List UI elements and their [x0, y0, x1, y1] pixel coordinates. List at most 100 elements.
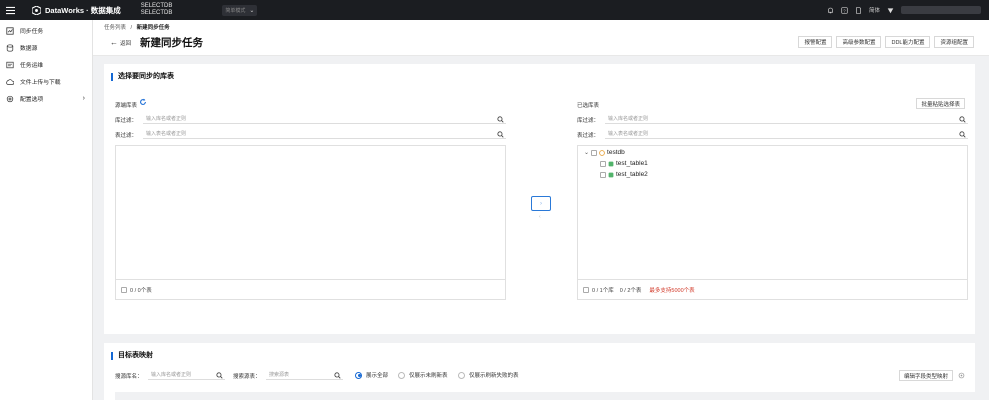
arrow-left-icon: ←	[110, 38, 118, 47]
mode-select[interactable]: 简单模式 ⌄	[222, 4, 258, 16]
settings-icon	[6, 95, 14, 102]
source-list-footer: 0 / 0个表	[116, 279, 505, 299]
table-limit-note: 最多支持5000个表	[649, 287, 695, 294]
selected-db-filter-placeholder: 输入库名或者正则	[608, 116, 649, 122]
page-header: 任务列表 / 新建同步任务 ← 返回 新建同步任务 报警配置 高级参数配置 DD…	[93, 20, 989, 56]
sidebar: 同步任务 数据源 任务运维 文件上传与下载 配置选项 ›	[0, 20, 93, 400]
batch-paste-button[interactable]: 批量粘贴选择表	[916, 98, 965, 109]
edit-type-mapping-button[interactable]: 编辑字段类型映射	[899, 370, 954, 381]
sidebar-item-label: 配置选项	[20, 97, 44, 103]
arrow-right-icon: ›	[540, 200, 542, 207]
search-icon	[216, 371, 223, 379]
brand[interactable]: DataWorks · 数据集成	[32, 5, 121, 16]
source-table-filter-input[interactable]: 输入表名或者正则	[143, 129, 506, 139]
project-subname: SELECTDB	[140, 10, 173, 16]
selected-list-footer: 0 / 1个库 0 / 2个表 最多支持5000个表	[578, 279, 967, 299]
selected-table-count: 0 / 2个表	[619, 287, 642, 294]
radio-show-unrefreshed[interactable]: 仅展示未刷新表	[398, 371, 448, 379]
back-button[interactable]: ← 返回	[110, 38, 131, 47]
mapping-source-table-placeholder: 搜索源表	[269, 372, 290, 378]
brand-title: DataWorks · 数据集成	[45, 5, 121, 15]
document-icon[interactable]	[855, 6, 862, 14]
search-icon	[334, 371, 341, 379]
mapping-section-title: 目标表映射	[111, 352, 153, 360]
bell-icon[interactable]	[827, 7, 834, 14]
selected-table-list[interactable]: ⌄ testdb test_table1 test_table2 0 / 1个库…	[577, 145, 968, 300]
tree-table-node[interactable]: test_table2	[584, 169, 648, 180]
selected-table-filter-placeholder: 输入表名或者正则	[608, 131, 649, 137]
user-account[interactable]	[901, 6, 981, 14]
radio-show-failed[interactable]: 仅展示刷新失败的表	[458, 371, 519, 379]
project-selector[interactable]: SELECTDB SELECTDB	[141, 3, 173, 17]
radio-button[interactable]	[458, 371, 465, 379]
ddl-config-button[interactable]: DDL能力配置	[885, 36, 931, 48]
tree-table-node[interactable]: test_table1	[584, 158, 648, 169]
sidebar-item-sync-task[interactable]: 同步任务	[0, 22, 92, 39]
breadcrumb-current: 新建同步任务	[136, 25, 170, 31]
tree-db-name: testdb	[607, 149, 625, 156]
selected-tree: ⌄ testdb test_table1 test_table2	[584, 147, 648, 180]
user-avatar-icon[interactable]	[887, 7, 894, 14]
sidebar-item-ops[interactable]: 任务运维	[0, 56, 92, 73]
source-table-list[interactable]: 0 / 0个表	[115, 145, 506, 300]
table-checkbox[interactable]	[600, 160, 606, 167]
selected-db-filter-input[interactable]: 输入库名或者正则	[605, 114, 968, 124]
settings-icon[interactable]	[958, 372, 965, 379]
alarm-config-button[interactable]: 报警配置	[798, 36, 833, 48]
help-icon[interactable]: ?	[841, 6, 848, 14]
sidebar-item-datasource[interactable]: 数据源	[0, 39, 92, 56]
search-icon	[959, 115, 966, 123]
radio-show-all[interactable]: 展示全部	[355, 371, 388, 379]
chevron-right-icon: ›	[82, 95, 85, 102]
source-select-all-checkbox[interactable]	[121, 286, 127, 293]
sidebar-item-label: 数据源	[20, 46, 38, 52]
transfer-left-button[interactable]: ‹	[539, 214, 541, 220]
db-checkbox[interactable]	[591, 149, 598, 156]
sidebar-item-settings[interactable]: 配置选项 ›	[0, 90, 92, 107]
sidebar-item-file-transfer[interactable]: 文件上传与下载	[0, 73, 92, 90]
mode-value: 简单模式	[225, 7, 246, 14]
chevron-down-icon: ⌄	[249, 7, 255, 14]
radio-button[interactable]	[355, 371, 362, 379]
select-section-title: 选择要同步的库表	[111, 73, 174, 81]
source-db-filter-input[interactable]: 输入库名或者正则	[143, 114, 506, 124]
table-icon	[608, 161, 614, 166]
project-name: SELECTDB	[140, 3, 173, 9]
selected-table-filter-input[interactable]: 输入表名或者正则	[605, 129, 968, 139]
database-icon	[599, 149, 605, 156]
sidebar-item-label: 文件上传与下载	[20, 80, 61, 86]
selected-db-count: 0 / 1个库	[592, 287, 614, 294]
mapping-table-header	[115, 392, 975, 400]
sync-task-icon	[6, 26, 14, 35]
source-label: 源端库表	[115, 103, 138, 109]
tree-db-node[interactable]: ⌄ testdb	[584, 147, 648, 158]
selected-select-all-checkbox[interactable]	[583, 286, 589, 293]
breadcrumb-parent[interactable]: 任务列表	[104, 25, 126, 31]
mapping-source-db-input[interactable]: 输入库名或者正则	[148, 370, 225, 380]
tree-table-name: test_table2	[616, 171, 648, 178]
chevron-down-icon[interactable]: ⌄	[584, 149, 589, 156]
table-checkbox[interactable]	[600, 171, 606, 178]
resource-group-button[interactable]: 资源组配置	[934, 36, 974, 48]
radio-label: 展示全部	[366, 373, 389, 379]
selected-table-filter-label: 表过滤：	[577, 133, 600, 139]
source-table-filter-placeholder: 输入表名或者正则	[146, 131, 187, 137]
arrow-left-icon: ‹	[539, 214, 541, 220]
mapping-source-table-label: 搜索源表：	[233, 374, 261, 380]
page-title: 新建同步任务	[140, 37, 203, 49]
mapping-source-table-input[interactable]: 搜索源表	[266, 370, 343, 380]
source-count: 0 / 0个表	[130, 287, 152, 294]
search-icon	[497, 115, 504, 123]
language-switch[interactable]: 简体	[869, 6, 880, 14]
top-navbar: DataWorks · 数据集成 SELECTDB SELECTDB 简单模式 …	[0, 0, 989, 20]
ops-icon	[6, 61, 14, 68]
radio-label: 仅展示刷新失败的表	[469, 373, 519, 379]
menu-icon[interactable]	[0, 0, 20, 20]
refresh-icon[interactable]	[139, 98, 147, 106]
radio-label: 仅展示未刷新表	[409, 373, 448, 379]
advanced-params-button[interactable]: 高级参数配置	[836, 36, 882, 48]
mapping-source-db-placeholder: 输入库名或者正则	[151, 372, 192, 378]
radio-button[interactable]	[398, 371, 405, 379]
transfer-right-button[interactable]: ›	[531, 196, 551, 211]
svg-text:?: ?	[843, 8, 846, 13]
